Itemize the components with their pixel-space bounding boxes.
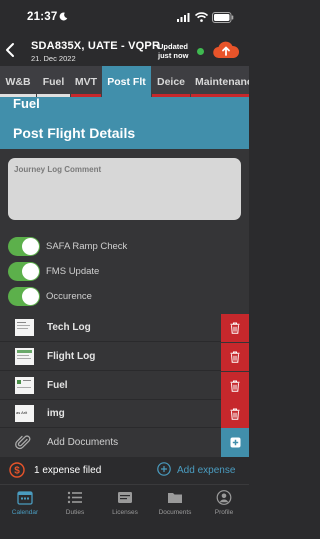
toggle-knob — [22, 288, 39, 305]
cellular-signal-icon — [177, 13, 190, 22]
tab-label: Deice — [156, 75, 186, 88]
add-documents-row[interactable]: Add Documents — [0, 428, 249, 457]
person-icon — [216, 490, 232, 505]
trash-icon — [230, 351, 240, 363]
add-documents-label: Add Documents — [47, 437, 119, 448]
previous-section-heading: Fuel — [13, 97, 40, 111]
flight-title: SDA835X, UATE - VQPR — [31, 40, 161, 52]
status-time: 21:37 — [27, 11, 58, 23]
nav-label: Profile — [214, 509, 234, 516]
journey-log-placeholder: Journey Log Comment — [14, 165, 102, 174]
bottom-navigation: Calendar Duties Licenses Documents Profi… — [0, 484, 249, 539]
trash-icon — [230, 380, 240, 392]
toggle-knob — [22, 238, 39, 255]
section-header: Fuel Post Flight Details — [0, 97, 249, 149]
document-preview-icon — [17, 380, 31, 388]
wifi-icon — [195, 12, 208, 22]
document-thumbnail: as Arit — [15, 405, 34, 422]
sync-status-line2: just now — [158, 50, 189, 60]
toggle-row-occurence: Occurence — [8, 287, 241, 307]
nav-documents[interactable]: Documents — [150, 490, 200, 520]
list-icon — [67, 491, 82, 504]
tab-label: Post Flt — [107, 75, 146, 88]
nav-duties[interactable]: Duties — [50, 490, 100, 520]
toggle-label: SAFA Ramp Check — [46, 241, 128, 252]
cloud-upload-icon[interactable] — [212, 40, 240, 60]
flight-tabs: W&B Fuel MVT Post Flt Deice Maintenance — [0, 66, 249, 97]
document-row[interactable]: as Arit img — [0, 400, 249, 428]
online-status-dot — [197, 48, 204, 55]
tab-post-flt[interactable]: Post Flt — [102, 66, 151, 97]
document-row[interactable]: Tech Log — [0, 314, 249, 342]
trash-icon — [230, 322, 240, 334]
toggle-label: Occurence — [46, 291, 92, 302]
dollar-icon: $ — [9, 462, 25, 478]
section-title: Post Flight Details — [13, 125, 136, 141]
toggle-knob — [22, 263, 39, 280]
add-circle-icon[interactable] — [157, 462, 171, 476]
svg-text:$: $ — [14, 466, 20, 477]
tab-wb[interactable]: W&B — [0, 66, 36, 97]
nav-label: Calendar — [11, 509, 39, 516]
occurence-toggle[interactable] — [8, 287, 40, 306]
plus-icon — [230, 437, 241, 448]
sync-status-label: Updated just now — [158, 42, 189, 60]
license-icon — [118, 492, 132, 503]
nav-label: Licenses — [112, 509, 138, 516]
tab-label: Fuel — [42, 75, 65, 88]
document-preview-icon — [17, 350, 32, 359]
document-thumbnail-text: as Arit — [16, 410, 28, 415]
document-row[interactable]: Flight Log — [0, 343, 249, 371]
nav-calendar[interactable]: Calendar — [0, 490, 50, 520]
nav-licenses[interactable]: Licenses — [100, 490, 150, 520]
toggle-label: FMS Update — [46, 266, 100, 277]
calendar-icon — [17, 491, 33, 505]
toggle-row-safa-ramp-check: SAFA Ramp Check — [8, 237, 241, 257]
tab-label: MVT — [74, 75, 98, 88]
expense-bar: $ 1 expense filed Add expense — [0, 457, 249, 484]
paperclip-icon — [15, 435, 31, 450]
delete-document-button[interactable] — [221, 314, 249, 342]
nav-label: Documents — [158, 509, 192, 516]
add-expense-button[interactable]: Add expense — [177, 465, 235, 476]
post-flight-form: Journey Log Comment SAFA Ramp Check FMS … — [0, 149, 249, 314]
document-preview-icon — [17, 322, 30, 329]
document-list: Tech Log Flight Log Fuel as Arit img Add… — [0, 314, 249, 457]
safa-ramp-check-toggle[interactable] — [8, 237, 40, 256]
document-row[interactable]: Fuel — [0, 372, 249, 400]
moon-icon — [59, 12, 68, 21]
document-name: Flight Log — [47, 351, 96, 362]
back-chevron-icon[interactable] — [4, 42, 16, 58]
tab-maintenance[interactable]: Maintenance — [191, 66, 249, 97]
delete-document-button[interactable] — [221, 372, 249, 400]
nav-label: Duties — [65, 509, 85, 516]
status-bar: 21:37 — [0, 0, 249, 34]
battery-icon — [212, 12, 234, 23]
toggle-row-fms-update: FMS Update — [8, 262, 241, 282]
document-name: Tech Log — [47, 322, 91, 333]
add-document-button[interactable] — [221, 428, 249, 457]
tab-mvt[interactable]: MVT — [71, 66, 101, 97]
document-name: img — [47, 408, 65, 419]
document-thumbnail — [15, 319, 34, 336]
nav-profile[interactable]: Profile — [199, 490, 249, 520]
tab-fuel[interactable]: Fuel — [37, 66, 70, 97]
delete-document-button[interactable] — [221, 400, 249, 428]
folder-icon — [168, 493, 182, 503]
tab-deice[interactable]: Deice — [152, 66, 190, 97]
tab-label: W&B — [5, 75, 31, 88]
document-thumbnail — [15, 377, 34, 394]
tab-label: Maintenance — [195, 75, 249, 88]
flight-header: SDA835X, UATE - VQPR 21. Dec 2022 Update… — [0, 34, 249, 66]
expense-count[interactable]: 1 expense filed — [34, 465, 101, 476]
document-name: Fuel — [47, 380, 68, 391]
trash-icon — [230, 408, 240, 420]
flight-date: 21. Dec 2022 — [31, 54, 76, 63]
document-thumbnail — [15, 348, 34, 365]
fms-update-toggle[interactable] — [8, 262, 40, 281]
journey-log-comment-field[interactable]: Journey Log Comment — [8, 158, 241, 220]
delete-document-button[interactable] — [221, 343, 249, 371]
